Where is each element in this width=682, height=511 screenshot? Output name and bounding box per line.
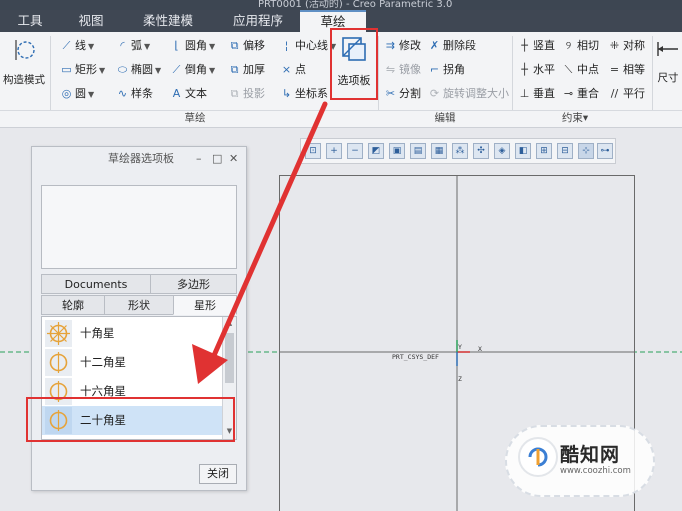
watermark-brand: 酷知网 bbox=[560, 444, 621, 466]
watermark-logo bbox=[518, 437, 558, 477]
watermark-url: www.coozhi.com bbox=[560, 466, 631, 476]
watermark-logo-icon bbox=[528, 447, 548, 467]
arrow-shaft bbox=[209, 101, 328, 363]
arrow-head bbox=[192, 344, 228, 384]
